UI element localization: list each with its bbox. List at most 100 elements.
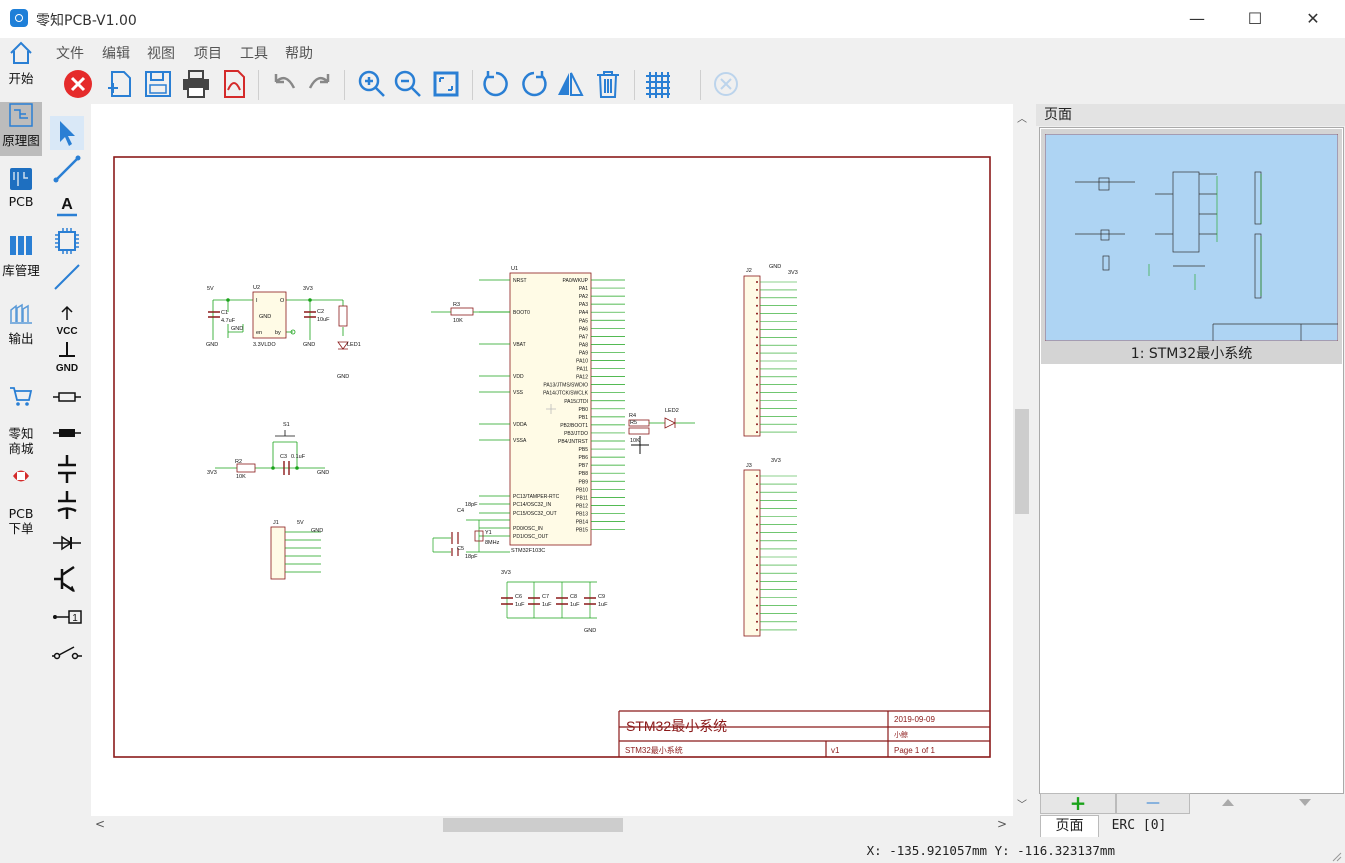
redo-icon[interactable] [304,68,336,100]
delete-icon[interactable] [592,68,624,100]
header-pin [756,547,758,550]
nav-library[interactable]: 库管理 [0,232,42,288]
menu-view[interactable]: 视图 [147,43,175,63]
scroll-up-arrow-icon[interactable]: ︿ [1017,110,1027,125]
header-pin [756,499,758,502]
chip-tool-icon[interactable] [50,224,84,258]
print-icon[interactable] [180,68,212,100]
polar-capacitor-tool-icon[interactable] [50,488,84,522]
remove-page-button[interactable]: — [1116,793,1190,814]
zoom-fit-icon[interactable] [430,68,462,100]
menu-file[interactable]: 文件 [56,43,84,63]
nav-schematic[interactable]: 原理图 [0,102,42,156]
resistor-tool-icon[interactable] [50,380,84,414]
capacitor-tool-icon[interactable] [50,452,84,486]
u1-right-pin-label: PA0/WKUP [563,278,589,284]
wire-tool-icon[interactable] [50,152,84,186]
junction [226,298,230,302]
menu-project[interactable]: 项目 [194,43,222,63]
u1-right-pin-label: PB10 [576,487,588,493]
close-window-button[interactable]: ✕ [1284,0,1342,38]
title-block-sheet-name: STM32最小系统 [625,745,683,755]
nav-output[interactable]: 输出 [0,300,42,356]
ref-r5: R5 [630,420,637,426]
nav-home[interactable]: 开始 [0,40,42,102]
header-pin [756,596,758,599]
net-5v: 5V [297,520,304,526]
header-pin [756,320,758,323]
menu-edit[interactable]: 编辑 [102,43,130,63]
u1-right-pin-label: PB14 [576,520,588,526]
grid-icon[interactable] [642,68,674,100]
reset-section: S1 R2 10K C3 0.1uF 3V3 GND [207,422,329,480]
page-item[interactable]: 1: STM32最小系统 [1041,129,1342,364]
header-pin [756,288,758,291]
close-icon[interactable] [62,68,94,100]
resize-grip-icon[interactable] [1330,850,1342,862]
undo-icon[interactable] [268,68,300,100]
menu-help[interactable]: 帮助 [285,43,313,63]
add-page-button[interactable]: + [1040,793,1116,814]
select-arrow-icon[interactable] [50,116,84,150]
rotate-cw-icon[interactable] [518,68,550,100]
net-5v: 5V [207,286,214,292]
j3-header: J3 3V3 [743,458,797,637]
output-icon [10,303,32,324]
header-pin [756,344,758,347]
minimize-button[interactable]: — [1168,0,1226,38]
ref-c7: C7 [542,594,549,600]
horizontal-scroll-thumb[interactable] [443,818,623,832]
nav-pcb-order[interactable]: PCB 下单 [0,448,42,536]
mirror-icon[interactable] [554,68,586,100]
tab-erc[interactable]: ERC [0] [1099,816,1179,836]
maximize-button[interactable]: ☐ [1226,0,1284,38]
diode-tool-icon[interactable] [50,526,84,560]
pin-tool-icon[interactable]: 1 [50,600,84,634]
header-pin [756,296,758,299]
net-gnd: GND [231,326,243,332]
transistor-tool-icon[interactable] [50,562,84,596]
title-block-rev: v1 [831,746,840,755]
nav-label: PCB 下单 [8,506,34,536]
svg-text:1: 1 [72,613,78,624]
save-icon[interactable] [142,68,174,100]
net-3v3: 3V3 [788,270,798,276]
shop-cart-icon [10,387,33,406]
header-pin [756,431,758,434]
move-page-down-icon[interactable] [1297,796,1313,808]
nav-shop[interactable]: 零知 商城 [0,368,42,456]
value-c6: 1uF [515,602,525,608]
horizontal-scrollbar[interactable]: < > [91,816,1013,834]
ref-c6: C6 [515,594,522,600]
vcc-tool-icon[interactable]: VCC [50,304,84,338]
text-tool-icon[interactable]: A [50,188,84,222]
scroll-down-arrow-icon[interactable]: ﹀ [1017,796,1027,811]
tab-pages[interactable]: 页面 [1040,815,1099,837]
value-r2: 10K [236,474,246,480]
fuse-tool-icon[interactable] [50,416,84,450]
ref-r2: R2 [235,459,242,465]
gnd-tool-icon[interactable]: GND [50,340,84,374]
u1-right-pin-label: PB12 [576,503,588,509]
scroll-right-arrow-icon[interactable]: > [997,817,1007,831]
header-pin [756,612,758,615]
switch-tool-icon[interactable] [50,636,84,670]
vertical-scrollbar[interactable]: ︿ ﹀ [1013,104,1031,816]
zoom-in-icon[interactable] [356,68,388,100]
export-pdf-icon[interactable] [218,68,250,100]
new-icon[interactable] [104,68,136,100]
nav-pcb[interactable]: PCB [0,166,42,222]
zoom-out-icon[interactable] [392,68,424,100]
scroll-left-arrow-icon[interactable]: < [95,817,105,831]
menu-tools[interactable]: 工具 [240,43,268,63]
value-c4: 18pF [465,502,478,508]
net-gnd: GND [311,528,323,534]
vertical-scroll-thumb[interactable] [1015,409,1029,514]
line-tool-icon[interactable] [50,260,84,294]
move-page-up-icon[interactable] [1220,796,1236,808]
u1-right-pin-label: PA6 [579,326,588,332]
rotate-ccw-icon[interactable] [480,68,512,100]
u1-right-pin-label: PB15 [576,528,588,534]
schematic-canvas[interactable]: I O GND en by U2 3.3VLDO C1 4.7uF 5V GND… [91,104,1013,816]
net-gnd: GND [584,628,596,634]
